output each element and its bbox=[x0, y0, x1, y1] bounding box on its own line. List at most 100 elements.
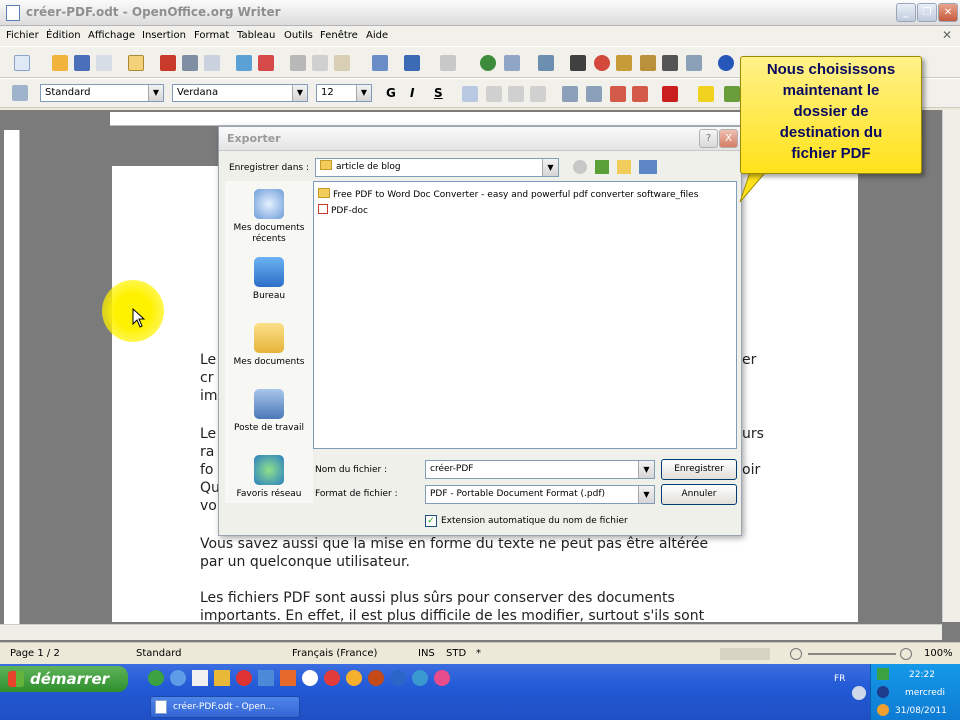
quick-launch-icon[interactable] bbox=[346, 670, 362, 686]
tray-icon[interactable] bbox=[877, 668, 889, 680]
chevron-down-icon[interactable]: ▼ bbox=[638, 461, 654, 478]
font-name-select[interactable]: Verdana ▼ bbox=[172, 84, 308, 102]
place-my-computer[interactable]: Poste de travail bbox=[225, 389, 313, 434]
print-preview-icon[interactable] bbox=[204, 55, 220, 71]
taskbar-window-button[interactable]: créer-PDF.odt - Open... bbox=[150, 696, 300, 718]
quick-launch-icon[interactable] bbox=[390, 670, 406, 686]
dialog-close-button[interactable]: X bbox=[719, 129, 738, 148]
underline-button[interactable]: S bbox=[434, 86, 443, 100]
back-icon[interactable] bbox=[573, 160, 587, 174]
save-button[interactable]: Enregistrer bbox=[661, 459, 737, 480]
zoom-out-icon[interactable] bbox=[790, 648, 802, 660]
clock-time[interactable]: 22:22 bbox=[909, 670, 935, 680]
new-folder-icon[interactable] bbox=[617, 160, 631, 174]
quick-launch-icon[interactable] bbox=[368, 670, 384, 686]
minimize-button[interactable]: _ bbox=[896, 3, 916, 22]
bullets-icon[interactable] bbox=[586, 86, 602, 102]
start-button[interactable]: démarrer bbox=[0, 666, 128, 692]
menu-format[interactable]: Format bbox=[194, 30, 229, 41]
open-folder-icon[interactable] bbox=[52, 55, 68, 71]
document-close-icon[interactable]: ✕ bbox=[942, 28, 952, 42]
menu-fichier[interactable]: Fichier bbox=[6, 30, 39, 41]
quick-launch-icon[interactable] bbox=[412, 670, 428, 686]
chevron-down-icon[interactable]: ▼ bbox=[356, 85, 371, 101]
horizontal-scrollbar[interactable] bbox=[0, 624, 942, 640]
clone-format-icon[interactable] bbox=[372, 55, 388, 71]
navigator-icon[interactable] bbox=[594, 55, 610, 71]
quick-launch-icon[interactable] bbox=[324, 670, 340, 686]
save-icon[interactable] bbox=[74, 55, 90, 71]
dialog-help-button[interactable]: ? bbox=[699, 129, 718, 148]
increase-indent-icon[interactable] bbox=[632, 86, 648, 102]
language-options-icon[interactable] bbox=[852, 686, 866, 700]
gallery-icon[interactable] bbox=[616, 55, 632, 71]
highlight-icon[interactable] bbox=[698, 86, 714, 102]
datasources-icon[interactable] bbox=[640, 55, 656, 71]
redo-icon[interactable] bbox=[440, 55, 456, 71]
view-menu-icon[interactable] bbox=[639, 160, 657, 174]
chevron-down-icon[interactable]: ▼ bbox=[638, 486, 654, 503]
formatting-marks-icon[interactable] bbox=[662, 55, 678, 71]
close-button[interactable]: ✕ bbox=[938, 3, 958, 22]
align-center-icon[interactable] bbox=[486, 86, 502, 102]
justify-icon[interactable] bbox=[530, 86, 546, 102]
place-recent[interactable]: Mes documents récents bbox=[225, 189, 313, 245]
quick-launch-icon[interactable] bbox=[214, 670, 230, 686]
decrease-indent-icon[interactable] bbox=[610, 86, 626, 102]
edit-file-icon[interactable] bbox=[128, 55, 144, 71]
zoom-icon[interactable] bbox=[686, 55, 702, 71]
language-bar[interactable]: FR bbox=[834, 674, 845, 684]
quick-launch-icon[interactable] bbox=[434, 670, 450, 686]
quick-launch-icon[interactable] bbox=[170, 670, 186, 686]
paste-icon[interactable] bbox=[334, 55, 350, 71]
export-pdf-icon[interactable] bbox=[160, 55, 176, 71]
cut-icon[interactable] bbox=[290, 55, 306, 71]
spellcheck-icon[interactable] bbox=[236, 55, 252, 71]
menu-tableau[interactable]: Tableau bbox=[237, 30, 275, 41]
filename-input[interactable]: créer-PDF ▼ bbox=[425, 460, 655, 479]
zoom-slider[interactable] bbox=[808, 653, 896, 655]
menu-edition[interactable]: Édition bbox=[46, 30, 81, 41]
chevron-down-icon[interactable]: ▼ bbox=[292, 85, 307, 101]
menu-aide[interactable]: Aide bbox=[366, 30, 388, 41]
new-document-icon[interactable] bbox=[14, 55, 30, 71]
menu-fenetre[interactable]: Fenêtre bbox=[320, 30, 358, 41]
print-icon[interactable] bbox=[182, 55, 198, 71]
autospellcheck-icon[interactable] bbox=[258, 55, 274, 71]
list-item[interactable]: Free PDF to Word Doc Converter - easy an… bbox=[318, 188, 698, 200]
save-in-select[interactable]: article de blog ▼ bbox=[315, 158, 559, 177]
place-desktop[interactable]: Bureau bbox=[225, 257, 313, 302]
quick-launch-icon[interactable] bbox=[236, 670, 252, 686]
styles-icon[interactable] bbox=[12, 85, 28, 101]
chevron-down-icon[interactable]: ▼ bbox=[542, 159, 558, 176]
table-icon[interactable] bbox=[504, 55, 520, 71]
menu-affichage[interactable]: Affichage bbox=[88, 30, 135, 41]
vertical-scrollbar[interactable] bbox=[942, 110, 960, 622]
format-select[interactable]: PDF - Portable Document Format (.pdf) ▼ bbox=[425, 485, 655, 504]
undo-icon[interactable] bbox=[404, 55, 420, 71]
draw-icon[interactable] bbox=[538, 55, 554, 71]
place-my-documents[interactable]: Mes documents bbox=[225, 323, 313, 368]
background-color-icon[interactable] bbox=[724, 86, 740, 102]
cancel-button[interactable]: Annuler bbox=[661, 484, 737, 505]
selection-mode[interactable]: STD bbox=[446, 648, 466, 659]
up-folder-icon[interactable] bbox=[595, 160, 609, 174]
menu-outils[interactable]: Outils bbox=[284, 30, 313, 41]
help-icon[interactable] bbox=[718, 55, 734, 71]
menu-insertion[interactable]: Insertion bbox=[142, 30, 186, 41]
quick-launch-icon[interactable] bbox=[280, 670, 296, 686]
quick-launch-icon[interactable] bbox=[258, 670, 274, 686]
hyperlink-icon[interactable] bbox=[480, 55, 496, 71]
list-item[interactable]: PDF-doc bbox=[318, 204, 368, 216]
place-network[interactable]: Favoris réseau bbox=[225, 455, 313, 500]
quick-launch-icon[interactable] bbox=[148, 670, 164, 686]
align-left-icon[interactable] bbox=[462, 86, 478, 102]
tray-icon[interactable] bbox=[877, 704, 889, 716]
align-right-icon[interactable] bbox=[508, 86, 524, 102]
bold-button[interactable]: G bbox=[386, 86, 396, 100]
quick-launch-icon[interactable] bbox=[302, 670, 318, 686]
maximize-button[interactable]: ❐ bbox=[917, 3, 937, 22]
copy-icon[interactable] bbox=[312, 55, 328, 71]
italic-button[interactable]: I bbox=[410, 86, 414, 100]
view-layout-icon[interactable] bbox=[720, 648, 770, 660]
